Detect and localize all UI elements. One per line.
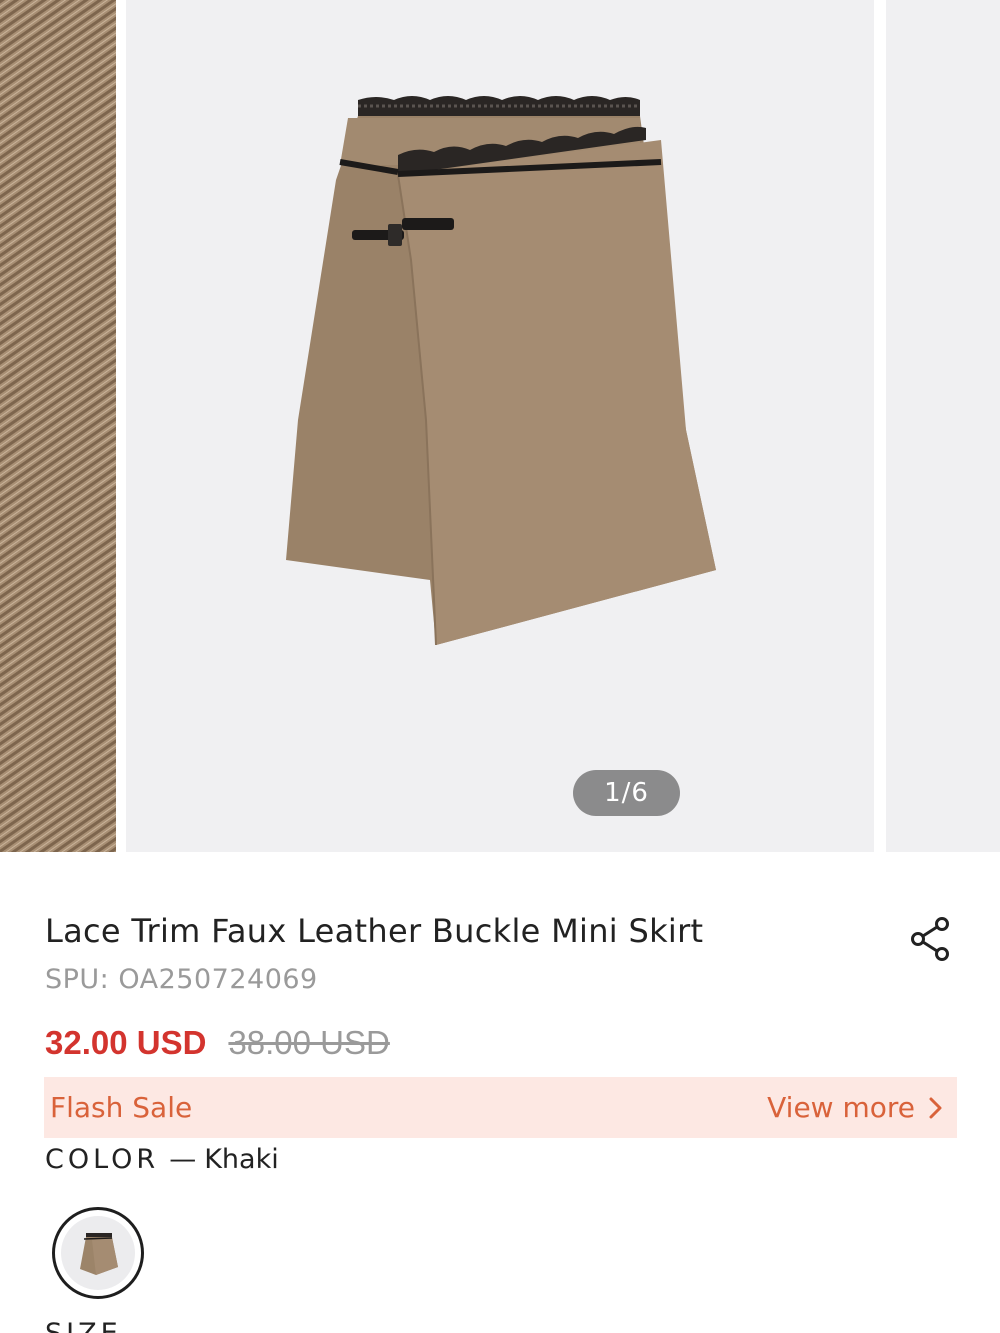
skirt-thumbnail-icon xyxy=(80,1233,118,1275)
spu-label: SPU: xyxy=(45,964,119,995)
selected-color-value: Khaki xyxy=(204,1144,279,1175)
spu-value: OA250724069 xyxy=(118,964,318,995)
product-spu: SPU: OA250724069 xyxy=(45,964,318,995)
next-slide[interactable] xyxy=(886,0,1000,852)
sale-price: 32.00 USD xyxy=(45,1024,207,1061)
previous-slide-fabric-closeup[interactable] xyxy=(0,0,116,852)
product-title: Lace Trim Faux Leather Buckle Mini Skirt xyxy=(45,912,704,950)
share-icon xyxy=(911,917,949,961)
fabric-texture-image xyxy=(0,0,116,852)
price-row: 32.00 USD 38.00 USD xyxy=(45,1024,390,1064)
swatch-thumbnail xyxy=(61,1216,135,1290)
original-price: 38.00 USD xyxy=(228,1024,390,1061)
flash-sale-label: Flash Sale xyxy=(50,1091,193,1124)
color-selector-header: COLOR — Khaki xyxy=(45,1144,279,1175)
color-swatch-khaki[interactable] xyxy=(52,1207,144,1299)
product-image-gallery[interactable]: 1/6 xyxy=(0,0,1000,852)
flash-sale-banner[interactable]: Flash Sale View more xyxy=(44,1077,957,1138)
view-more-link[interactable]: View more xyxy=(767,1091,943,1124)
share-button[interactable] xyxy=(906,914,956,964)
color-separator: — xyxy=(169,1144,197,1175)
image-counter: 1/6 xyxy=(573,770,680,816)
skirt-image xyxy=(286,96,716,646)
chevron-right-icon xyxy=(929,1097,942,1118)
color-label: COLOR xyxy=(45,1144,160,1175)
main-product-image[interactable]: 1/6 xyxy=(126,0,874,852)
size-label: SIZE xyxy=(45,1318,122,1333)
view-more-label: View more xyxy=(767,1091,915,1124)
